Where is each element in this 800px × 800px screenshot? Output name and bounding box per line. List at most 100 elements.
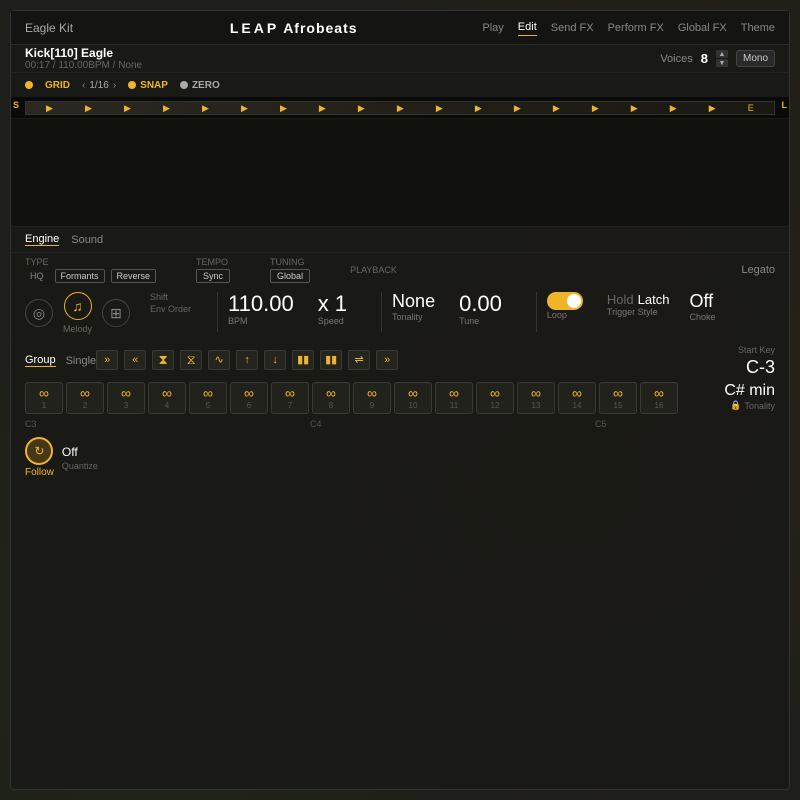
loop-bar[interactable]: ▶ ▶ ▶ ▶ ▶ ▶ ▶ ▶ ▶ ▶ ▶ ▶ ▶ ▶ ▶ (25, 101, 775, 115)
type-grid-btn[interactable]: ⊞ (102, 299, 130, 327)
pad-14[interactable]: ∞ 14 (558, 382, 596, 414)
voices-arrows: ▲ ▼ (716, 50, 728, 67)
tune-value: 0.00 (459, 292, 502, 316)
grid-value: 1/16 (89, 80, 108, 91)
tab-edit[interactable]: Edit (518, 19, 537, 36)
tonality-label-row: 🔒 Tonality (730, 400, 775, 411)
formants-btn[interactable]: Formants (55, 269, 105, 283)
tonality-label-text: Tonality (744, 401, 775, 411)
gc-up[interactable]: ↑ (236, 350, 258, 370)
pads-container: ∞ 1 ∞ 2 ∞ 3 (25, 382, 678, 414)
tab-play[interactable]: Play (482, 20, 503, 36)
key-info: Start Key C-3 (738, 345, 775, 378)
pad-13[interactable]: ∞ 13 (517, 382, 555, 414)
melody-label: Melody (63, 324, 92, 334)
start-key-val: C-3 (746, 357, 775, 378)
tab-theme[interactable]: Theme (741, 20, 775, 36)
type-circle-btn[interactable]: ◎ (25, 299, 53, 327)
type-row: HQ Formants Reverse (25, 269, 156, 283)
gc-rewind[interactable]: « (124, 350, 146, 370)
gc-fastforward[interactable]: » (96, 350, 118, 370)
tab-global-fx[interactable]: Global FX (678, 20, 727, 36)
track-meta: 00:17 / 110.00BPM / None (25, 60, 142, 71)
tonality-big: C# min (724, 382, 775, 400)
grid-prev[interactable]: ‹ (82, 80, 85, 91)
hold-latch: Hold Latch (607, 292, 670, 307)
bpm-unit: BPM (228, 316, 248, 326)
gc-pause2[interactable]: ▮▮ (320, 350, 342, 370)
mono-button[interactable]: Mono (736, 50, 775, 67)
legato-btn[interactable]: Legato (741, 264, 775, 276)
loop-arrow-3: ▶ (124, 103, 131, 114)
pad-2[interactable]: ∞ 2 (66, 382, 104, 414)
gc-wave[interactable]: ∿ (208, 350, 230, 370)
env-order-label: Env Order (150, 304, 191, 314)
gc-swap[interactable]: ⇌ (348, 350, 370, 370)
loop-arrow-end: E (748, 103, 754, 113)
loop-arrow-6: ▶ (241, 103, 248, 114)
app-leap: LEAP (230, 20, 279, 36)
pad-12[interactable]: ∞ 12 (476, 382, 514, 414)
engine-main: ◎ ♫ Melody ⊞ Shift Env Order (11, 286, 789, 341)
pad-5[interactable]: ∞ 5 (189, 382, 227, 414)
loop-toggle[interactable] (547, 292, 583, 310)
pad-8[interactable]: ∞ 8 (312, 382, 350, 414)
tab-group[interactable]: Group (25, 354, 56, 367)
choke-value: Off (689, 292, 713, 312)
tab-perform-fx[interactable]: Perform FX (608, 20, 664, 36)
tune-unit: Tune (459, 316, 479, 326)
grid-next[interactable]: › (113, 80, 116, 91)
type-melody-btn[interactable]: ♫ (64, 292, 92, 320)
tab-send-fx[interactable]: Send FX (551, 20, 594, 36)
follow-btn[interactable]: ↻ (25, 437, 53, 465)
loop-arrow-18: ▶ (709, 103, 716, 114)
gc-down[interactable]: ↓ (264, 350, 286, 370)
loop-arrow-4: ▶ (163, 103, 170, 114)
gc-pattern2[interactable]: ⧖ (180, 350, 202, 370)
quantize-label: Quantize (62, 461, 98, 471)
main-panel: Eagle Kit LEAP Afrobeats Play Edit Send … (10, 10, 790, 790)
pad-11[interactable]: ∞ 11 (435, 382, 473, 414)
pad-4[interactable]: ∞ 4 (148, 382, 186, 414)
top-nav: Eagle Kit LEAP Afrobeats Play Edit Send … (11, 11, 789, 45)
tab-single[interactable]: Single (66, 355, 97, 367)
pad-3[interactable]: ∞ 3 (107, 382, 145, 414)
s-label-top: S (13, 100, 19, 110)
loop-arrow-9: ▶ (358, 103, 365, 114)
toggle-knob (567, 294, 581, 308)
voices-down[interactable]: ▼ (716, 59, 728, 67)
piano-roll-area[interactable]: S L ▶ ▶ ▶ ▶ ▶ ▶ ▶ ▶ ▶ ▶ ▶ (11, 97, 789, 227)
speed-col: x 1 Speed (318, 292, 347, 326)
loop-arrow-1: ▶ (46, 103, 53, 114)
grid-dot (25, 81, 33, 89)
loop-arrow-10: ▶ (397, 103, 404, 114)
engine-section: Engine Sound TYPE HQ Formants Reverse TE… (11, 227, 789, 789)
gc-next[interactable]: » (376, 350, 398, 370)
engine-type-icons: ◎ ♫ Melody ⊞ (25, 292, 130, 334)
loop-arrow-13: ▶ (514, 103, 521, 114)
type-col-grid: ⊞ (102, 299, 130, 327)
gc-pattern1[interactable]: ⧗ (152, 350, 174, 370)
pad-6[interactable]: ∞ 6 (230, 382, 268, 414)
type-col-melody: ♫ Melody (63, 292, 92, 334)
oct-c3: C3 (25, 419, 37, 429)
follow-col: ↻ Follow (25, 437, 54, 478)
tab-engine[interactable]: Engine (25, 233, 59, 246)
sep2 (381, 292, 382, 332)
pad-1[interactable]: ∞ 1 (25, 382, 63, 414)
oct-c5: C5 (595, 419, 607, 429)
pad-10[interactable]: ∞ 10 (394, 382, 432, 414)
choke-label: Choke (689, 312, 715, 322)
reverse-btn[interactable]: Reverse (111, 269, 157, 283)
pad-16[interactable]: ∞ 16 (640, 382, 678, 414)
quantize-col: Off Quantize (62, 445, 98, 471)
pad-9[interactable]: ∞ 9 (353, 382, 391, 414)
pad-7[interactable]: ∞ 7 (271, 382, 309, 414)
sync-btn[interactable]: Sync (196, 269, 230, 283)
voices-up[interactable]: ▲ (716, 50, 728, 58)
gc-pause1[interactable]: ▮▮ (292, 350, 314, 370)
tab-sound[interactable]: Sound (71, 234, 103, 246)
pad-15[interactable]: ∞ 15 (599, 382, 637, 414)
global-btn[interactable]: Global (270, 269, 310, 283)
loop-arrow-14: ▶ (553, 103, 560, 114)
